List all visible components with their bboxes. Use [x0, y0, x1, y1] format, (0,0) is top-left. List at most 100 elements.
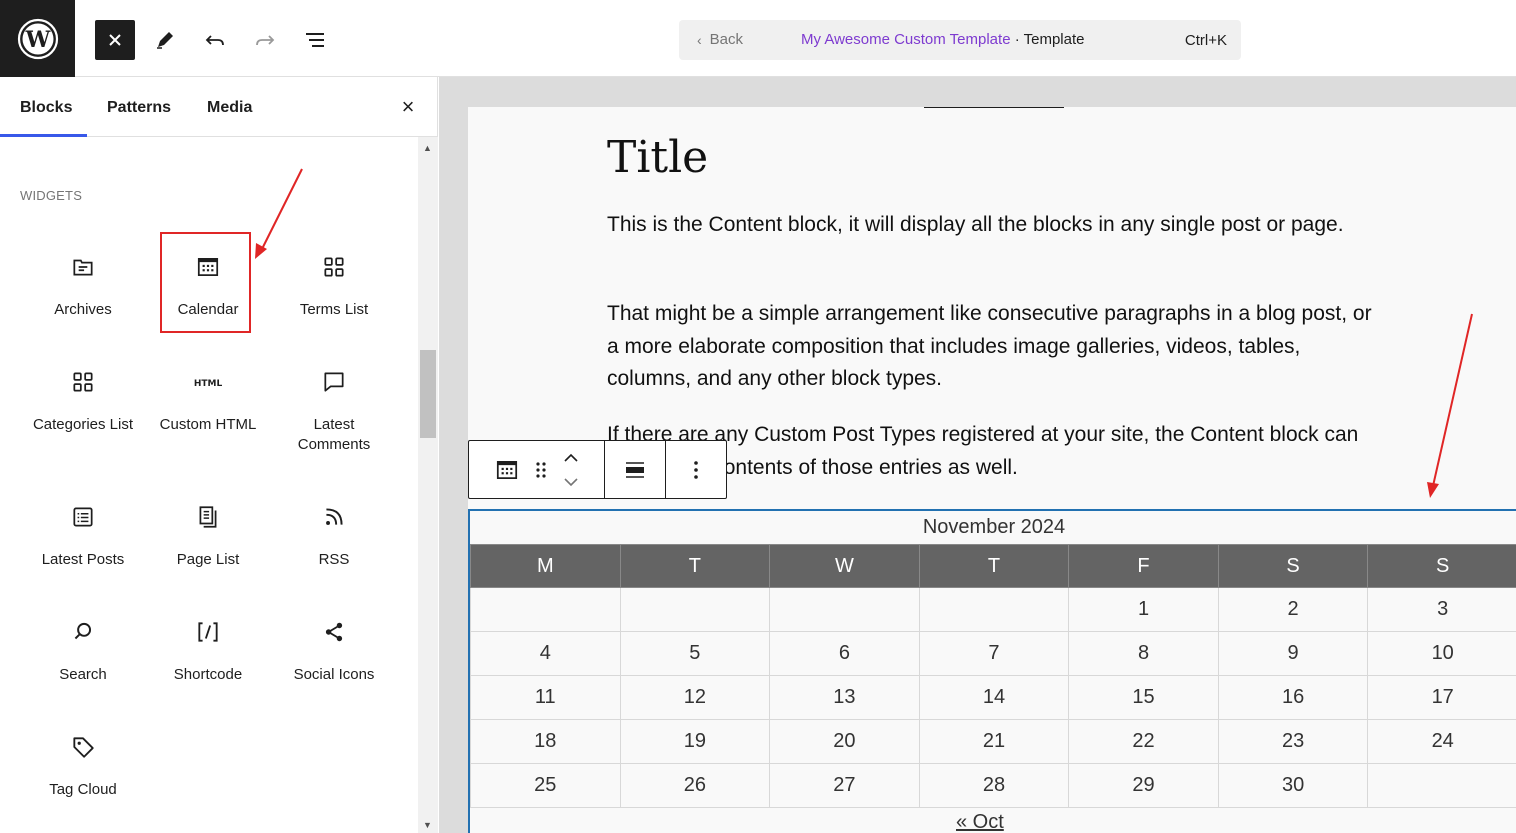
day-cell: 17 — [1367, 675, 1516, 720]
active-tab-indicator — [0, 134, 87, 137]
more-options-button[interactable] — [666, 441, 726, 498]
sidebar-scrollbar[interactable]: ▲ ▼ — [418, 137, 438, 833]
day-cell — [1367, 763, 1516, 808]
day-cell: 16 — [1217, 675, 1369, 720]
block-shortcode[interactable]: Shortcode — [153, 612, 263, 685]
block-label: Latest Comments — [297, 416, 371, 453]
calendar-block[interactable]: November 2024 M T W T F S S 1 2 3 4 5 6 … — [468, 509, 1516, 833]
weekday-header: F — [1068, 544, 1219, 588]
tab-patterns[interactable]: Patterns — [107, 99, 171, 117]
day-cell: 5 — [619, 631, 771, 676]
close-panel-button[interactable]: × — [396, 95, 420, 119]
template-name: My Awesome Custom Template — [801, 31, 1011, 48]
tools-button[interactable] — [145, 20, 185, 60]
rss-icon — [326, 508, 343, 525]
calendar-week-row: 4 5 6 7 8 9 10 — [470, 631, 1516, 676]
align-button[interactable] — [605, 441, 666, 498]
calendar-week-row: 1 2 3 — [470, 587, 1516, 632]
day-cell: 9 — [1217, 631, 1369, 676]
day-cell: 12 — [619, 675, 771, 720]
tab-media[interactable]: Media — [207, 99, 252, 117]
terms-list-icon — [324, 257, 344, 277]
calendar-week-row: 11 12 13 14 15 16 17 — [470, 675, 1516, 720]
block-inserter-panel: Blocks Patterns Media × WIDGETS Archives… — [0, 77, 438, 833]
weekday-header: T — [918, 544, 1070, 588]
day-cell: 21 — [918, 719, 1070, 764]
back-label: Back — [709, 31, 744, 48]
close-inserter-button[interactable] — [95, 20, 135, 60]
block-archives[interactable]: Archives — [28, 247, 138, 320]
wordpress-logo-button[interactable]: W — [0, 0, 75, 77]
block-label: Search — [59, 666, 107, 683]
day-cell: 18 — [470, 719, 621, 764]
calendar-week-row: 18 19 20 21 22 23 24 — [470, 719, 1516, 764]
shortcut-hint: Ctrl+K — [1184, 32, 1227, 49]
day-cell: 10 — [1367, 631, 1516, 676]
block-label: Archives — [54, 301, 112, 318]
block-search[interactable]: Search — [28, 612, 138, 685]
block-label: Latest Posts — [41, 551, 125, 568]
block-label: Categories List — [32, 416, 134, 433]
day-cell: 4 — [470, 631, 621, 676]
day-cell: 7 — [918, 631, 1070, 676]
archives-icon — [73, 259, 93, 276]
day-cell: 8 — [1068, 631, 1219, 676]
categories-list-icon — [73, 372, 93, 392]
command-bar[interactable]: ‹ Back My Awesome Custom Template · Temp… — [679, 20, 1241, 60]
day-cell: 1 — [1068, 587, 1219, 632]
content-paragraph-2[interactable]: That might be a simple arrangement like … — [607, 298, 1387, 396]
content-paragraph-1[interactable]: This is the Content block, it will displ… — [607, 209, 1387, 242]
move-up-down-icon[interactable] — [562, 452, 580, 488]
day-cell: 29 — [1068, 763, 1219, 808]
wordpress-icon: W — [17, 18, 58, 59]
divider-line — [924, 107, 1064, 108]
block-latest-posts[interactable]: Latest Posts — [28, 497, 138, 570]
scroll-up-arrow-icon[interactable]: ▲ — [423, 143, 432, 153]
block-label: Social Icons — [293, 666, 375, 683]
block-label: Terms List — [299, 301, 369, 318]
day-cell: 24 — [1367, 719, 1516, 764]
share-icon — [325, 622, 343, 642]
block-label: Custom HTML — [159, 416, 257, 433]
block-terms-list[interactable]: Terms List — [279, 247, 389, 320]
post-title[interactable]: Title — [607, 132, 708, 183]
day-cell: 14 — [918, 675, 1070, 720]
day-cell: 30 — [1217, 763, 1369, 808]
close-icon — [109, 34, 121, 46]
weekday-header: S — [1217, 544, 1369, 588]
previous-month-link[interactable]: « Oct — [956, 811, 1004, 833]
calendar-week-row: 25 26 27 28 29 30 — [470, 763, 1516, 808]
undo-icon — [205, 35, 224, 46]
undo-button[interactable] — [195, 20, 235, 60]
list-view-icon — [306, 33, 324, 47]
calendar-header-row: M T W T F S S — [470, 544, 1516, 588]
day-cell: 3 — [1367, 587, 1516, 632]
document-overview-button[interactable] — [295, 20, 335, 60]
latest-comments-icon — [324, 372, 344, 392]
scroll-down-arrow-icon[interactable]: ▼ — [423, 820, 432, 830]
block-page-list[interactable]: Page List — [153, 497, 263, 570]
block-categories-list[interactable]: Categories List — [28, 362, 138, 435]
document-title[interactable]: My Awesome Custom Template · Template — [801, 31, 1084, 48]
day-cell: 26 — [619, 763, 771, 808]
calendar-highlight-box — [160, 232, 251, 333]
chevron-left-icon: ‹ — [697, 31, 702, 48]
editor-header: W ‹ Back My Awesome Custom Template · Te… — [0, 0, 1516, 77]
block-custom-html[interactable]: HTML Custom HTML — [153, 362, 263, 435]
back-button[interactable]: ‹ Back — [697, 31, 743, 48]
day-cell: 28 — [918, 763, 1070, 808]
block-social-icons[interactable]: Social Icons — [279, 612, 389, 685]
day-cell: 27 — [769, 763, 920, 808]
block-rss[interactable]: RSS — [279, 497, 389, 570]
drag-handle-icon[interactable] — [534, 459, 548, 481]
block-tag-cloud[interactable]: Tag Cloud — [28, 727, 138, 800]
redo-button[interactable] — [245, 20, 285, 60]
calendar-icon[interactable] — [494, 457, 520, 483]
template-page: Title This is the Content block, it will… — [468, 107, 1516, 833]
search-icon — [74, 622, 92, 640]
block-label: Page List — [176, 551, 240, 568]
tab-blocks[interactable]: Blocks — [20, 99, 72, 117]
block-latest-comments[interactable]: Latest Comments — [279, 362, 389, 455]
calendar-caption: November 2024 — [922, 516, 1066, 538]
scroll-thumb[interactable] — [420, 350, 436, 438]
